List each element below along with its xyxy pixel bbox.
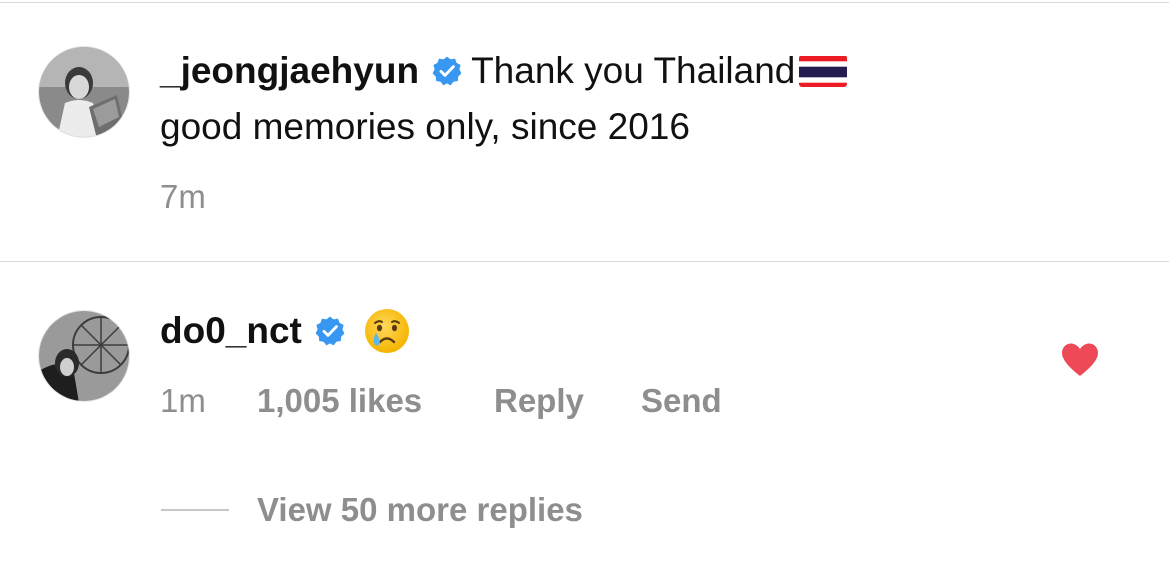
crying-face-icon [364,309,409,353]
comment-2-line-1: do0_nct [160,306,412,356]
view-more-replies-link[interactable]: View 50 more replies [257,491,583,529]
comment-time: 7m [160,178,206,215]
heart-icon[interactable] [1060,342,1100,378]
comment-thread: _jeongjaehyun Thank you Thailand good me… [0,0,1169,577]
section-divider [0,261,1169,262]
likes-count-link[interactable]: 1,005 likes [257,382,422,420]
verified-badge-icon [432,56,462,86]
username[interactable]: _jeongjaehyun [160,50,419,92]
verified-badge-icon [315,316,345,346]
comment-time: 1m [160,382,206,419]
avatar[interactable] [38,310,130,402]
comment-text: Thank you Thailand [471,50,796,91]
comment-text: good memories only, since 2016 [160,106,690,147]
send-button[interactable]: Send [641,382,722,420]
comment-1-line-2: good memories only, since 2016 [160,106,690,148]
reply-button[interactable]: Reply [494,382,584,420]
avatar[interactable] [38,46,130,138]
top-divider [0,2,1169,3]
username[interactable]: do0_nct [160,310,302,352]
thailand-flag-icon [799,55,848,87]
comment-1-line-1: _jeongjaehyun Thank you Thailand [160,50,848,92]
replies-indent-line [161,509,229,511]
